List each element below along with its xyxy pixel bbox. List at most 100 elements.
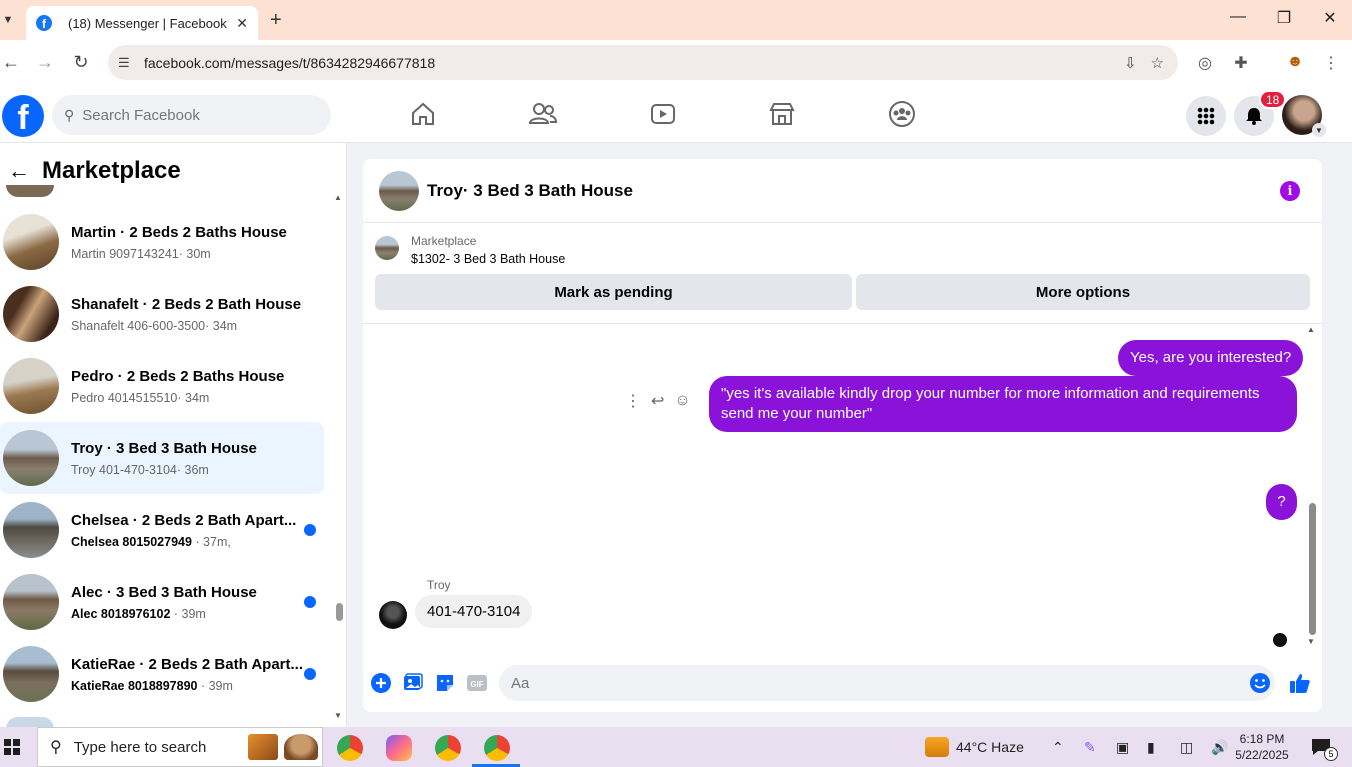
battery-icon[interactable]: ▮ <box>1147 739 1155 756</box>
facebook-search[interactable]: ⚲ <box>52 95 331 135</box>
conversation-preview: Alec 8018976102 · 39m <box>71 606 206 621</box>
window-close-icon[interactable]: ✕ <box>1320 8 1340 28</box>
bookmark-star-icon[interactable]: ☆ <box>1151 54 1164 72</box>
mark-as-pending-button[interactable]: Mark as pending <box>375 274 852 310</box>
emoji-icon[interactable] <box>1249 672 1271 694</box>
thumbs-up-icon[interactable] <box>1289 672 1311 694</box>
windows-start-icon[interactable] <box>4 739 20 755</box>
search-input[interactable] <box>82 106 303 124</box>
reply-icon[interactable]: ↩ <box>651 391 664 411</box>
chrome-icon[interactable] <box>337 735 363 761</box>
seen-avatar <box>1273 633 1287 647</box>
hat-icon <box>284 734 318 760</box>
account-avatar[interactable]: ▼ <box>1282 95 1326 137</box>
sender-avatar[interactable] <box>379 601 407 629</box>
partial-thumbnail <box>6 185 54 197</box>
forward-icon[interactable]: → <box>34 52 56 73</box>
listing-thumbnail <box>3 574 59 630</box>
notification-count: 5 <box>1324 747 1338 761</box>
scroll-up-icon[interactable]: ▲ <box>1307 325 1315 334</box>
groups-icon[interactable] <box>888 100 916 128</box>
browser-tabbar: ▼ f (18) Messenger | Facebook ✕ + — ❐ ✕ <box>0 0 1352 40</box>
conversation-item[interactable]: Shanafelt · 2 Beds 2 Bath House Shanafel… <box>0 278 324 350</box>
message-input[interactable] <box>511 674 1275 692</box>
chat-scrollbar[interactable]: ▲ ▼ <box>1307 325 1319 655</box>
chrome-icon[interactable] <box>435 735 461 761</box>
facebook-favicon-icon: f <box>36 15 52 31</box>
conversation-title: Alec · 3 Bed 3 Bath House <box>71 583 257 601</box>
photo-icon[interactable] <box>402 672 424 694</box>
scroll-down-icon[interactable]: ▼ <box>1307 637 1315 646</box>
conversation-title: KatieRae · 2 Beds 2 Bath Apart... <box>71 655 304 673</box>
marketplace-icon[interactable] <box>768 100 796 128</box>
address-bar[interactable]: ☰ facebook.com/messages/t/86342829466778… <box>108 45 1178 80</box>
browser-menu-icon[interactable]: ⋮ <box>1320 53 1342 73</box>
more-options-button[interactable]: More options <box>856 274 1310 310</box>
tab-search-dropdown-icon[interactable]: ▼ <box>0 10 16 30</box>
device-icon[interactable]: ▣ <box>1116 739 1129 756</box>
listing-thumbnail <box>3 430 59 486</box>
site-info-icon[interactable]: ☰ <box>118 55 134 71</box>
minimize-icon[interactable]: — <box>1228 8 1248 26</box>
conversation-preview: KatieRae 8018897890 · 39m <box>71 678 233 693</box>
haze-weather-icon[interactable] <box>925 737 949 757</box>
conversation-item[interactable]: Martin · 2 Beds 2 Baths House Martin 909… <box>0 206 324 278</box>
panel-title: Marketplace <box>42 157 181 184</box>
friends-icon[interactable] <box>529 100 557 128</box>
restore-icon[interactable]: ❐ <box>1274 8 1294 28</box>
reload-icon[interactable]: ↻ <box>70 52 92 73</box>
home-icon[interactable] <box>409 100 437 128</box>
taskbar-clock[interactable]: 6:18 PM 5/22/2025 <box>1232 731 1292 763</box>
chat-avatar[interactable] <box>379 170 419 211</box>
scrollbar-thumb[interactable] <box>1309 503 1316 635</box>
unread-dot <box>304 596 316 608</box>
menu-grid-icon[interactable] <box>1186 96 1226 136</box>
message-outgoing[interactable]: "yes it's available kindly drop your num… <box>709 376 1297 432</box>
show-hidden-icons-icon[interactable]: ⌃ <box>1052 739 1064 756</box>
install-app-icon[interactable]: ⇩ <box>1124 54 1137 72</box>
pen-icon[interactable]: ✎ <box>1084 739 1096 756</box>
message-input-box[interactable] <box>499 665 1275 701</box>
chat-title[interactable]: Troy· 3 Bed 3 Bath House <box>427 181 633 201</box>
profile-icon[interactable]: ☻ <box>1284 53 1306 71</box>
chrome-active-icon[interactable] <box>484 735 510 761</box>
conversation-item[interactable]: Chelsea · 2 Beds 2 Bath Apart... Chelsea… <box>0 494 324 566</box>
sidebar-scrollbar[interactable]: ▲ ▼ <box>334 193 344 723</box>
more-vertical-icon[interactable]: ⋮ <box>625 391 641 411</box>
conversation-item[interactable]: Alec · 3 Bed 3 Bath House Alec 801897610… <box>0 566 324 638</box>
browser-tab-active[interactable]: f (18) Messenger | Facebook ✕ <box>26 6 258 40</box>
tab-close-icon[interactable]: ✕ <box>236 15 248 32</box>
back-icon[interactable]: ← <box>0 52 22 73</box>
sticker-icon[interactable] <box>434 672 456 694</box>
scroll-up-icon[interactable]: ▲ <box>334 193 342 202</box>
notification-center-icon[interactable]: 5 <box>1310 737 1338 761</box>
conversation-item[interactable]: Pedro · 2 Beds 2 Baths House Pedro 40145… <box>0 350 324 422</box>
copilot-icon[interactable] <box>386 735 412 761</box>
scroll-down-icon[interactable]: ▼ <box>334 711 342 720</box>
conversation-item[interactable]: KatieRae · 2 Beds 2 Bath Apart... KatieR… <box>0 638 324 710</box>
scrollbar-thumb[interactable] <box>336 603 343 621</box>
message-incoming[interactable]: 401-470-3104 <box>415 595 533 628</box>
listing-price[interactable]: $1302- 3 Bed 3 Bath House <box>411 252 565 266</box>
message-composer: GIF <box>363 659 1322 707</box>
facebook-logo-icon[interactable]: f <box>2 95 44 137</box>
info-icon[interactable]: i <box>1280 181 1300 201</box>
translate-icon[interactable]: ◎ <box>1194 53 1216 73</box>
volume-icon[interactable]: 🔊 <box>1211 739 1228 756</box>
address-url[interactable]: facebook.com/messages/t/8634282946677818 <box>144 55 1124 71</box>
conversation-item-active[interactable]: Troy · 3 Bed 3 Bath House Troy 401-470-3… <box>0 422 324 494</box>
message-outgoing[interactable]: ? <box>1266 484 1297 520</box>
new-tab-icon[interactable]: + <box>270 9 282 32</box>
back-arrow-icon[interactable]: ← <box>8 158 30 184</box>
extensions-icon[interactable]: ✚ <box>1230 53 1252 73</box>
weather-text[interactable]: 44°C Haze <box>956 739 1024 755</box>
message-outgoing[interactable]: Yes, are you interested? <box>1118 340 1304 376</box>
taskbar-search[interactable]: ⚲ Type here to search <box>37 727 323 767</box>
watch-video-icon[interactable] <box>649 100 677 128</box>
gif-icon[interactable]: GIF <box>466 672 488 694</box>
network-icon[interactable]: ◫ <box>1180 739 1193 756</box>
react-emoji-icon[interactable]: ☺ <box>674 392 690 410</box>
conversation-preview: Martin 9097143241· 30m <box>71 246 211 261</box>
listing-thumbnail <box>3 358 59 414</box>
add-plus-icon[interactable] <box>370 672 392 694</box>
